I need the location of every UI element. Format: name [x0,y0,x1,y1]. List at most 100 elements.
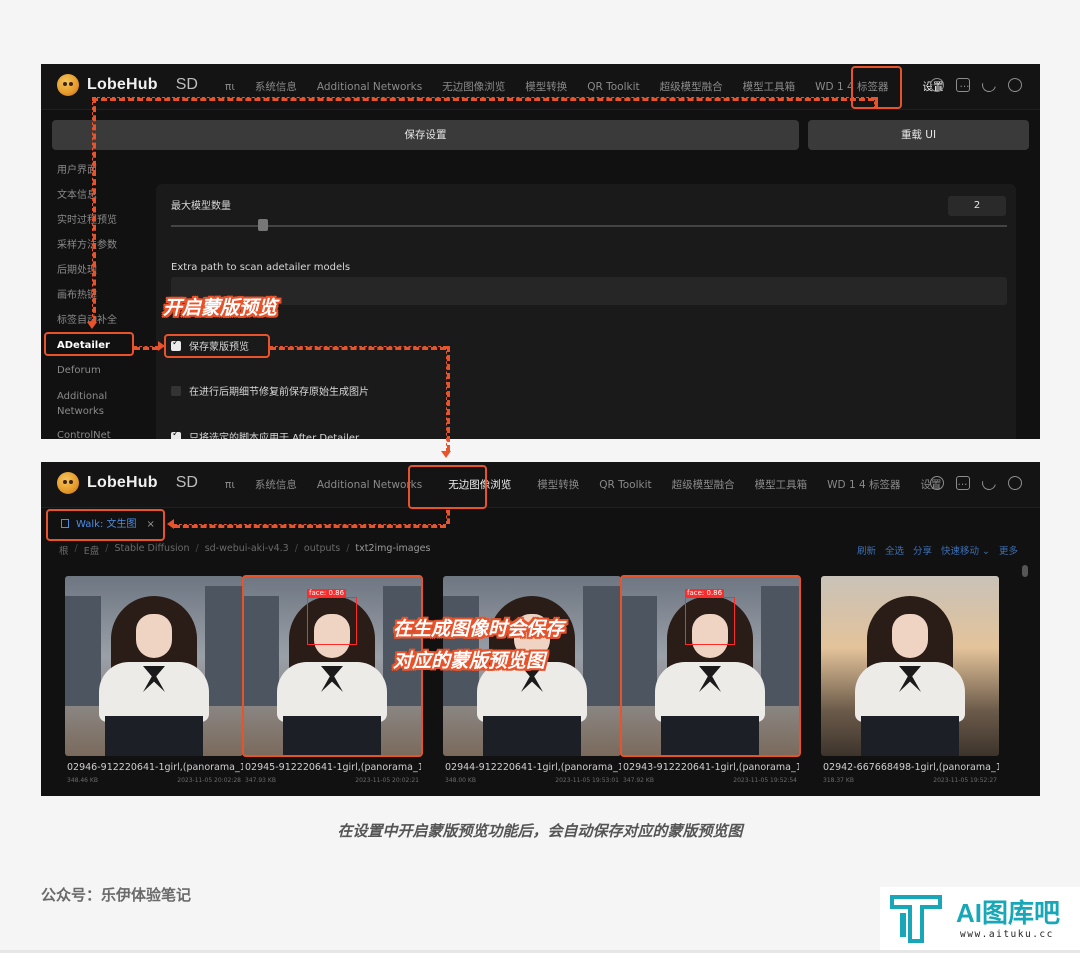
image-size: 348.00 KB [445,777,476,784]
max-models-label: 最大模型数量 [171,201,231,212]
tab-system-info[interactable]: 系统信息 [245,64,307,110]
max-models-slider-track[interactable] [171,225,1007,227]
image-card[interactable]: 02946-912220641-1girl,(panorama_1... 348.… [65,576,245,786]
extra-path-input[interactable] [171,277,1007,305]
image-card[interactable]: 02944-912220641-1girl,(panorama_1... 348.… [443,576,623,786]
theme-moon-icon[interactable] [979,75,999,95]
save-original-checkbox[interactable] [171,386,181,396]
breadcrumb-stable-diffusion[interactable]: Stable Diffusion [114,543,189,557]
image-card[interactable]: face: 0.86 02945-912220641-1girl,(panoram… [243,576,423,786]
save-settings-button[interactable]: 保存设置 [52,120,799,150]
settings-screenshot: LobeHub SD πι 系统信息 Additional Networks 无… [41,64,1040,439]
max-models-slider-handle[interactable] [257,219,268,231]
image-filename: 02944-912220641-1girl,(panorama_1... [445,762,621,773]
image-meta: 348.46 KB 2023-11-05 20:02:28 [67,777,241,784]
app-logo[interactable]: LobeHub SD [57,472,198,494]
sidebar-item-tag-autocomplete[interactable]: 标签自动补全 [41,308,151,333]
sidebar-item-postprocessing[interactable]: 后期处理 [41,258,151,283]
breadcrumb-drive[interactable]: E盘 [84,543,100,557]
sidebar-item-live-preview[interactable]: 实时过程预览 [41,208,151,233]
theme-moon-icon[interactable] [979,473,999,493]
figure-caption: 在设置中开启蒙版预览功能后，会自动保存对应的蒙版预览图 [337,822,743,840]
refresh-link[interactable]: 刷新 [857,543,876,557]
only-selected-scripts-checkbox[interactable] [171,429,181,439]
face-detection-label: face: 0.86 [307,589,347,597]
breadcrumb: 根 / E盘 / Stable Diffusion / sd-webui-aki-v4… [59,543,431,557]
sidebar-item-deforum[interactable]: Deforum [41,358,151,383]
image-date: 2023-11-05 19:53:01 [555,777,619,784]
face-detection-label: face: 0.86 [685,589,725,597]
sidebar-item-canvas-hotkeys[interactable]: 画布热键 [41,283,151,308]
share-link[interactable]: 分享 [913,543,932,557]
image-thumbnail[interactable] [65,576,243,756]
face-detection-box [307,597,357,645]
browser-actions: 刷新 全选 分享 快速移动 ⌄ 更多 [857,543,1018,557]
breadcrumb-webui[interactable]: sd-webui-aki-v4.3 [205,543,289,557]
sidebar-item-text-info[interactable]: 文本信息 [41,183,151,208]
settings-sidebar: 用户界面 文本信息 实时过程预览 采样方法参数 后期处理 画布热键 标签自动补全… [41,158,151,439]
tab-model-toolkit[interactable]: 模型工具箱 [745,462,818,508]
save-mask-checkbox[interactable] [171,338,181,351]
tab-infinite-image-browsing[interactable]: 无边图像浏览 [438,462,521,508]
image-size: 347.93 KB [245,777,276,784]
max-models-input[interactable]: 2 [948,196,1006,216]
tab-model-convert[interactable]: 模型转换 [515,64,577,110]
quick-move-dropdown[interactable]: 快速移动 ⌄ [941,543,990,557]
select-all-link[interactable]: 全选 [885,543,904,557]
app-subtitle: SD [175,474,198,491]
settings-gear-icon[interactable] [930,476,944,490]
tab-pi[interactable]: πι [215,64,245,110]
arrow-right-icon [158,341,165,351]
walk-txt2img-tab[interactable]: Walk: 文生图 × [49,512,162,538]
options-gear-icon[interactable] [1008,78,1022,92]
tab-wd14-tagger[interactable]: WD 1 4 标签器 [817,462,910,508]
reload-ui-button[interactable]: 重载 UI [808,120,1029,150]
tab-pi[interactable]: πι [215,462,245,508]
tab-model-toolkit[interactable]: 模型工具箱 [733,64,806,110]
watermark: AI图库吧 www.aituku.cc [880,887,1080,953]
tab-infinite-image-browsing[interactable]: 无边图像浏览 [432,64,515,110]
top-navigation: LobeHub SD πι 系统信息 Additional Networks 无… [41,64,1040,110]
image-card[interactable]: face: 0.86 02943-912220641-1girl,(panoram… [621,576,801,786]
tab-additional-networks[interactable]: Additional Networks [307,462,432,508]
lobehub-logo-icon [57,472,79,494]
save-mask-callout-line1: 在生成图像时会保存 [393,618,565,640]
sidebar-item-controlnet[interactable]: ControlNet [41,423,151,439]
options-gear-icon[interactable] [1008,476,1022,490]
sidebar-item-adetailer[interactable]: ADetailer [41,333,151,358]
app-subtitle: SD [175,76,198,93]
breadcrumb-current[interactable]: txt2img-images [355,543,430,557]
grid-scrollbar[interactable] [1022,565,1028,577]
source-credit: 公众号：乐伊体验笔记 [41,886,192,904]
image-meta: 347.93 KB 2023-11-05 20:02:21 [245,777,419,784]
github-icon[interactable] [956,78,970,92]
app-name: LobeHub [87,76,158,93]
tab-super-merger[interactable]: 超级模型融合 [650,64,733,110]
app-logo[interactable]: LobeHub SD [57,74,198,96]
image-meta: 318.37 KB 2023-11-05 19:52:27 [823,777,997,784]
sidebar-item-additional-networks[interactable]: Additional Networks [41,383,151,423]
sidebar-item-user-interface[interactable]: 用户界面 [41,158,151,183]
breadcrumb-root[interactable]: 根 [59,543,69,557]
more-link[interactable]: 更多 [999,543,1018,557]
image-date: 2023-11-05 19:52:27 [933,777,997,784]
image-card[interactable]: 02942-667668498-1girl,(panorama_1... 318.… [821,576,1001,786]
breadcrumb-outputs[interactable]: outputs [304,543,340,557]
tab-wd14-tagger[interactable]: WD 1 4 标签器 [805,64,898,110]
walk-tab-label: Walk: 文生图 [76,519,137,530]
tab-qr-toolkit[interactable]: QR Toolkit [577,64,649,110]
tab-model-convert[interactable]: 模型转换 [527,462,589,508]
save-mask-label: 保存蒙版预览 [189,342,249,353]
tab-system-info[interactable]: 系统信息 [245,462,307,508]
image-thumbnail[interactable]: face: 0.86 [621,576,799,756]
tab-super-merger[interactable]: 超级模型融合 [662,462,745,508]
github-icon[interactable] [956,476,970,490]
tab-qr-toolkit[interactable]: QR Toolkit [589,462,661,508]
sidebar-item-sampler-params[interactable]: 采样方法参数 [41,233,151,258]
close-icon[interactable]: × [147,519,155,530]
image-thumbnail[interactable] [821,576,999,756]
settings-gear-icon[interactable] [930,78,944,92]
enable-mask-callout: 开启蒙版预览 [163,297,278,319]
save-original-label: 在进行后期细节修复前保存原始生成图片 [189,387,369,398]
tab-additional-networks[interactable]: Additional Networks [307,64,432,110]
